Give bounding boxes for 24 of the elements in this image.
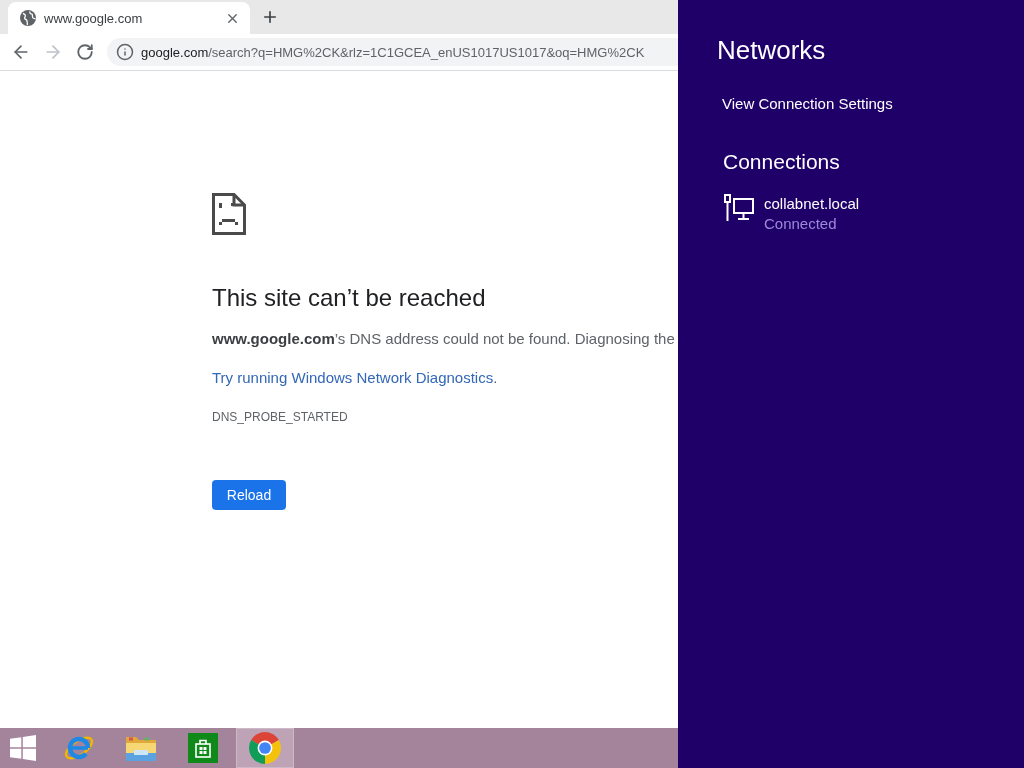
connection-name: collabnet.local: [764, 194, 860, 214]
chrome-logo-icon: [249, 732, 281, 764]
wired-network-icon: [724, 194, 754, 222]
reload-button[interactable]: Reload: [212, 480, 286, 510]
section-title: Connections: [723, 149, 840, 175]
error-heading: This site can’t be reached: [212, 283, 486, 312]
folder-icon: [125, 734, 157, 762]
suggestion-text: Try running Windows Network Diagnostics.: [212, 368, 498, 388]
plus-icon: [261, 8, 279, 26]
connection-settings-link[interactable]: View Connection Settings: [722, 94, 893, 114]
reload-icon: [76, 43, 94, 61]
info-icon: [116, 43, 134, 61]
address-field[interactable]: google.com/search?q=HMG%2CK&rlz=1C1GCEA_enUS1017US1017&oq=HMG%2CK: [107, 38, 678, 66]
globe-icon: [20, 10, 36, 26]
taskbar-app-button[interactable]: [236, 728, 294, 768]
sad-page-icon: [212, 193, 246, 235]
store-bag-icon: [188, 733, 218, 763]
browser-tab[interactable]: www.google.com: [8, 2, 250, 34]
url-text: google.com/search?q=HMG%2CK&rlz=1C1GCEA_enUS1017US1017&oq=HMG%2CK: [141, 44, 645, 60]
connection-status: Connected: [764, 214, 838, 234]
windows-logo-icon: [9, 734, 37, 762]
panel-title: Networks: [717, 34, 826, 67]
error-message: www.google.com’s DNS address could not be found. Diagnosing the: [212, 329, 675, 349]
error-code: DNS_PROBE_STARTED: [212, 409, 348, 425]
